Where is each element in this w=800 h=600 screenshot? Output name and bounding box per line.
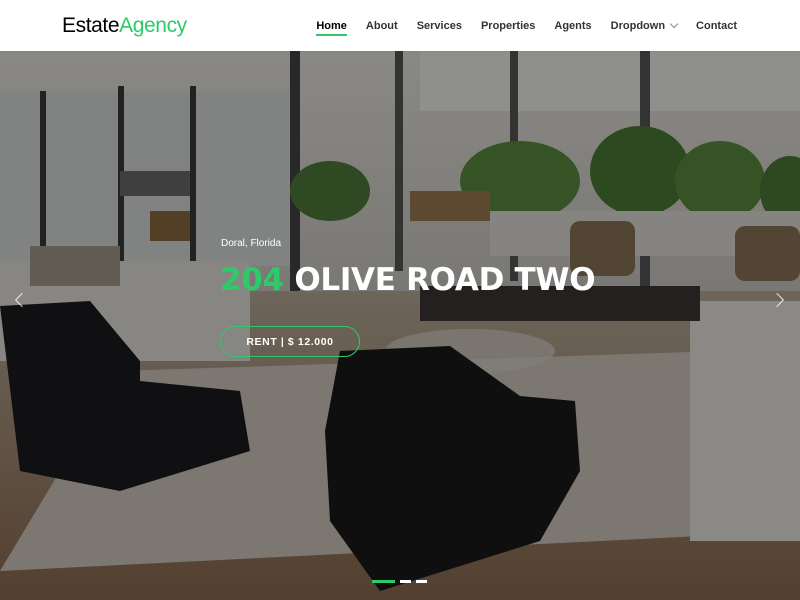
property-location: Doral, Florida [221, 238, 282, 249]
nav-item-label: Properties [480, 19, 536, 32]
chevron-left-icon [14, 292, 30, 308]
nav-item-properties[interactable]: Properties [471, 0, 544, 51]
carousel-dot-2[interactable] [400, 580, 411, 583]
hero-dark-overlay [0, 51, 800, 600]
carousel-next-button[interactable] [768, 287, 792, 313]
carousel-dot-3[interactable] [416, 580, 427, 583]
main-nav: Home About Services Properties Agents Dr… [307, 0, 737, 51]
nav-item-about[interactable]: About [356, 0, 407, 51]
nav-item-label: Home [316, 19, 347, 32]
nav-item-home[interactable]: Home [307, 0, 357, 51]
brand-logo-part2: Agency [119, 14, 187, 37]
property-title: 204 OLIVE ROAD TWO [220, 260, 596, 300]
property-number: 204 [220, 262, 284, 298]
nav-item-label: Services [416, 19, 462, 32]
property-name: OLIVE ROAD TWO [294, 262, 596, 298]
nav-item-agents[interactable]: Agents [545, 0, 601, 51]
hero-carousel: Doral, Florida 204 OLIVE ROAD TWO RENT |… [0, 51, 800, 600]
nav-item-contact[interactable]: Contact [687, 0, 737, 51]
carousel-prev-button[interactable] [8, 287, 32, 313]
nav-item-dropdown[interactable]: Dropdown [601, 0, 686, 51]
navbar: EstateAgency Home About Services Propert… [0, 0, 800, 51]
nav-item-services[interactable]: Services [407, 0, 471, 51]
brand-logo[interactable]: EstateAgency [62, 13, 187, 39]
chevron-right-icon [769, 292, 785, 308]
carousel-dots [372, 580, 427, 583]
brand-logo-part1: Estate [62, 14, 120, 37]
nav-item-label: About [365, 19, 398, 32]
nav-item-label: Agents [554, 19, 592, 32]
nav-item-label: Contact [696, 19, 737, 32]
carousel-dot-1[interactable] [372, 580, 395, 583]
rent-price-button[interactable]: RENT | $ 12.000 [220, 326, 360, 357]
chevron-down-icon [669, 19, 679, 29]
nav-item-label: Dropdown [610, 19, 666, 32]
